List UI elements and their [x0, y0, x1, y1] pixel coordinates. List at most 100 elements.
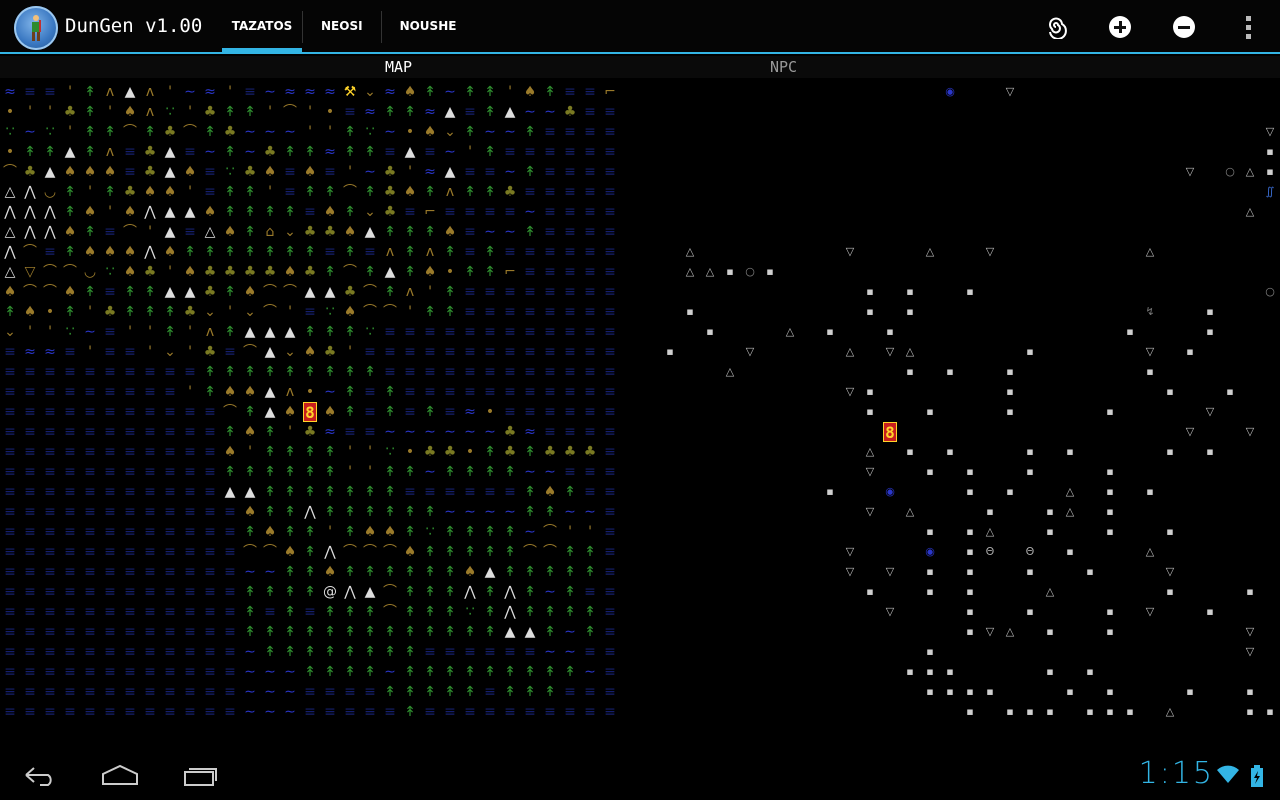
- map-tile: ↟: [424, 224, 436, 240]
- map-tile: ≡: [604, 664, 616, 680]
- map-tile: ♣: [303, 224, 317, 240]
- zoom-out-button[interactable]: [1152, 0, 1216, 54]
- map-tile: ': [148, 344, 152, 360]
- map-tile: ↟: [344, 604, 356, 620]
- map-tile: ≡: [164, 444, 176, 460]
- map-tile: ♠: [83, 164, 97, 180]
- map-tile: ≡: [464, 164, 476, 180]
- map-tile: ↟: [304, 324, 316, 340]
- map-tile: ⌄: [364, 204, 376, 220]
- map-tile: ↟: [464, 264, 476, 280]
- overworld-map[interactable]: ≈ ≡ ≡ ' ↟ ᴧ ▲ ᴧ ' ∼ ≈ ' ≡ ∼ ≈ ≈ ≈ ⚒ ⌄ ≈ ♠ ↟ ∼ ↟ ↟ ' ♠ ↟ ≡ ≡ ⌐ • ' ' ♣ ↟ ' ♠ ᴧ ∵…: [0, 82, 640, 722]
- zoom-in-button[interactable]: [1088, 0, 1152, 54]
- map-tile: ♣: [383, 184, 397, 200]
- battery-icon: [1251, 765, 1263, 787]
- map-tile: ≡: [364, 424, 376, 440]
- map-tile: ↟: [184, 244, 196, 260]
- map-tile: ≡: [184, 544, 196, 560]
- map-tile: ≡: [524, 404, 536, 420]
- map-tile: ♠: [463, 564, 477, 580]
- map-tile: ≈: [4, 84, 16, 100]
- home-button[interactable]: [88, 756, 152, 794]
- map-tile: ≡: [184, 484, 196, 500]
- map-tile: ≡: [604, 244, 616, 260]
- npc-map[interactable]: ◉ ▽ ▽ ▪ ▽ ○ △ ▪ ∬ △ △ ▽ △ ▽ △ △ △ ▪ ○ ▪ ▪ ▪ ▪ ○ ▪ ▪ ▪ ↯ ▪ ▪ △ ▪ ▪ ▪ ▪ ▪ ▽ △ ▽ △…: [640, 82, 1280, 722]
- map-tile: ≡: [224, 704, 236, 720]
- map-tile: ⌄: [364, 84, 376, 100]
- map-tile: ≡: [564, 84, 576, 100]
- npc-tile: ▽: [885, 605, 895, 618]
- npc-tile: △: [925, 245, 935, 258]
- tab-tazatos[interactable]: TAZATOS: [222, 0, 302, 54]
- map-tile: ': [368, 464, 372, 480]
- npc-tile: ▪: [1006, 365, 1014, 378]
- map-tile: ≡: [184, 664, 196, 680]
- map-tile: ⌐: [424, 204, 436, 220]
- map-tile: ≡: [464, 644, 476, 660]
- map-tile: ': [148, 324, 152, 340]
- map-tile: ≡: [4, 364, 16, 380]
- map-tile: ≡: [604, 344, 616, 360]
- npc-tile: △: [1145, 545, 1155, 558]
- npc-tile: ▪: [986, 685, 994, 698]
- map-tile: ≡: [64, 384, 76, 400]
- map-tile: ↟: [524, 604, 536, 620]
- map-tile: ≡: [124, 444, 136, 460]
- map-tile: ▲: [164, 284, 176, 300]
- map-tile: ∼: [464, 504, 476, 520]
- map-tile: ↟: [584, 564, 596, 580]
- map-tile: ≡: [404, 344, 416, 360]
- map-tile: ': [148, 224, 152, 240]
- map-tile: ≡: [64, 564, 76, 580]
- map-tile: ▲: [44, 164, 56, 180]
- npc-tile: ▽: [865, 505, 875, 518]
- map-tile: ≈: [44, 344, 56, 360]
- map-tile: ': [428, 284, 432, 300]
- map-tile: ↟: [444, 624, 456, 640]
- back-button[interactable]: [8, 756, 72, 794]
- tab-noushe[interactable]: NOUSHE: [382, 0, 475, 52]
- map-tile: ≡: [164, 484, 176, 500]
- map-tile: ↟: [544, 664, 556, 680]
- map-tile: ': [288, 424, 292, 440]
- map-tile: ': [348, 344, 352, 360]
- map-tile: ≡: [524, 264, 536, 280]
- map-tile: ≡: [604, 584, 616, 600]
- npc-tile: ▪: [926, 525, 934, 538]
- map-tile: ': [168, 84, 172, 100]
- npc-tile: ▪: [906, 285, 914, 298]
- npc-tile: ▽: [985, 245, 995, 258]
- map-tile: ♣: [563, 444, 577, 460]
- map-tile: ≈: [324, 144, 336, 160]
- map-tile: ≡: [544, 204, 556, 220]
- map-tile: ∼: [284, 664, 296, 680]
- map-tile: ≡: [584, 224, 596, 240]
- map-tile: ↟: [424, 624, 436, 640]
- npc-tile: △: [1045, 585, 1055, 598]
- recent-apps-button[interactable]: [168, 756, 232, 794]
- map-tile: ∼: [444, 424, 456, 440]
- map-tile: ≡: [464, 204, 476, 220]
- app-logo-icon[interactable]: [14, 6, 58, 50]
- map-tile: ᴧ: [405, 284, 415, 300]
- map-tile: ↟: [324, 184, 336, 200]
- map-tile: ≡: [224, 544, 236, 560]
- map-tile: ≡: [84, 424, 96, 440]
- npc-tile: ▪: [906, 445, 914, 458]
- npc-tile: ▪: [926, 565, 934, 578]
- map-tile: ≡: [144, 464, 156, 480]
- map-tile: ≡: [584, 124, 596, 140]
- overflow-menu-button[interactable]: [1216, 0, 1280, 54]
- map-tile: ≡: [64, 604, 76, 620]
- map-tile: ≡: [424, 324, 436, 340]
- map-tile: ≡: [104, 544, 116, 560]
- map-tile: ∼: [264, 704, 276, 720]
- map-tile: ≡: [204, 704, 216, 720]
- map-tile: ∵: [165, 104, 175, 120]
- tab-neosi[interactable]: NEOSI: [303, 0, 381, 52]
- map-tile: ': [508, 84, 512, 100]
- map-tile: ↟: [444, 564, 456, 580]
- map-tile: ↟: [344, 484, 356, 500]
- map-tile: ≡: [44, 84, 56, 100]
- spiral-button[interactable]: [1024, 0, 1088, 54]
